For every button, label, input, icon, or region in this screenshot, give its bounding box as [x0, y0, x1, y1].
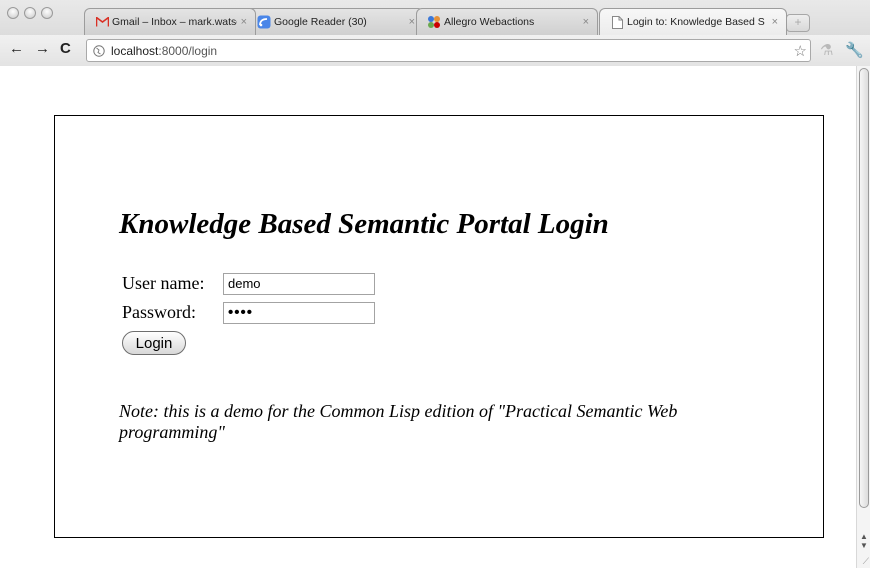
login-button[interactable]: Login	[122, 331, 186, 355]
back-arrow-icon[interactable]: ←	[9, 40, 24, 57]
allegro-icon	[427, 15, 441, 29]
vertical-scrollbar[interactable]: ▲ ▼ ⟋	[856, 66, 870, 568]
username-row: User name: demo	[122, 269, 375, 298]
bookmark-star-icon[interactable]: ☆	[794, 42, 807, 60]
scrollbar-thumb[interactable]	[859, 68, 869, 508]
scroll-arrows[interactable]: ▲ ▼	[859, 532, 869, 550]
browser-toolbar: ← → C localhost:8000/login ☆ ⚗ 🔧	[0, 35, 870, 66]
minimize-window-button[interactable]	[24, 7, 36, 19]
google-reader-icon	[257, 15, 271, 29]
close-tab-icon[interactable]: ×	[772, 16, 778, 28]
tab-gmail[interactable]: Gmail – Inbox – mark.watsor ×	[84, 8, 256, 35]
zoom-window-button[interactable]	[41, 7, 53, 19]
password-label: Password:	[122, 302, 197, 322]
browser-chrome: Gmail – Inbox – mark.watsor × Google Rea…	[0, 0, 870, 66]
close-tab-icon[interactable]: ×	[241, 16, 247, 28]
extension-icon[interactable]: ⚗	[820, 41, 833, 59]
tab-title: Login to: Knowledge Based S	[627, 16, 765, 28]
gmail-icon	[95, 15, 109, 29]
tab-title: Allegro Webactions	[444, 16, 535, 28]
tab-title: Google Reader (30)	[274, 16, 367, 28]
password-input[interactable]: ••••	[223, 301, 375, 324]
username-input[interactable]: demo	[223, 272, 375, 295]
address-bar[interactable]: localhost:8000/login ☆	[86, 39, 811, 62]
url-host: localhost	[111, 43, 159, 58]
tab-login-active[interactable]: Login to: Knowledge Based S ×	[599, 8, 787, 35]
login-form: User name: demo Password: •••• Login	[122, 269, 375, 355]
tab-allegro-webactions[interactable]: Allegro Webactions ×	[416, 8, 598, 35]
login-panel: Knowledge Based Semantic Portal Login Us…	[54, 115, 824, 538]
password-row: Password: ••••	[122, 298, 375, 327]
username-label: User name:	[122, 273, 205, 293]
reload-icon[interactable]: C	[60, 40, 71, 57]
resize-grip-icon[interactable]: ⟋	[863, 556, 869, 567]
new-tab-button[interactable]: +	[786, 14, 810, 32]
globe-icon	[93, 44, 105, 57]
tab-title: Gmail – Inbox – mark.watsor	[112, 16, 237, 28]
demo-note: Note: this is a demo for the Common Lisp…	[119, 401, 678, 442]
url-path: :8000/login	[158, 43, 218, 58]
close-tab-icon[interactable]: ×	[583, 16, 589, 28]
page-title: Knowledge Based Semantic Portal Login	[119, 208, 609, 240]
tab-google-reader[interactable]: Google Reader (30) ×	[246, 8, 424, 35]
wrench-icon[interactable]: 🔧	[845, 41, 864, 59]
window-controls	[7, 7, 53, 19]
forward-arrow-icon[interactable]: →	[35, 40, 50, 57]
page-icon	[610, 15, 624, 29]
close-tab-icon[interactable]: ×	[409, 16, 415, 28]
tab-strip: Gmail – Inbox – mark.watsor × Google Rea…	[74, 8, 870, 35]
close-window-button[interactable]	[7, 7, 19, 19]
